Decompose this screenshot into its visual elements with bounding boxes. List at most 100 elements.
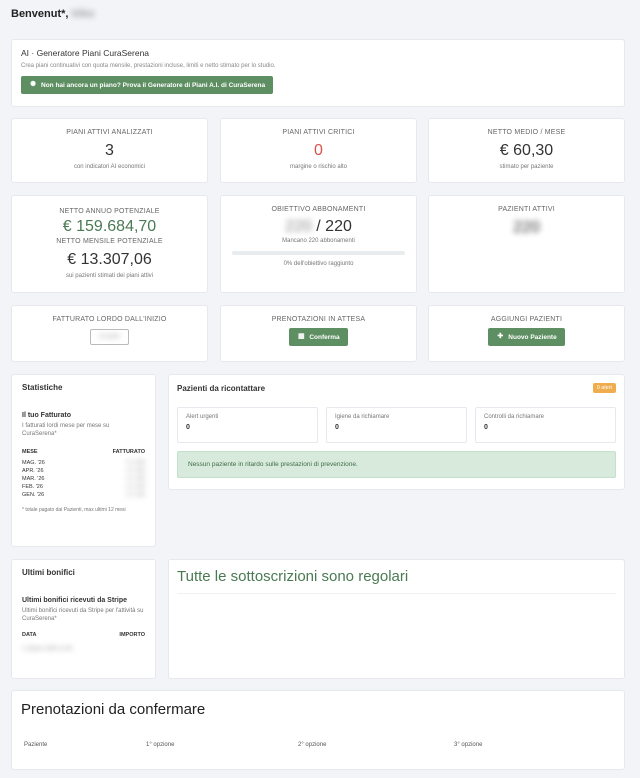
hygiene-label: Igiene da richiamare	[335, 414, 390, 420]
confirm-button[interactable]: ▦ Conferma	[289, 328, 348, 346]
goal-value: 220 / 220	[221, 218, 416, 236]
transfers-desc: Ultimi bonifici ricevuti da Stripe per l…	[22, 608, 144, 623]
table-row: APR. '26 € 1.100	[22, 467, 145, 475]
transfers-subtitle: Ultimi bonifici ricevuti da Stripe	[22, 597, 128, 604]
no-delay-banner: Nessun paziente in ritardo sulle prestaz…	[177, 451, 616, 478]
table-row: GEN. '26 € 1.120	[22, 491, 145, 499]
stat-net-avg-card: NETTO MEDIO / MESE € 60,30 stimato per p…	[428, 118, 625, 183]
table-row: MAG. '26 € 1.200	[22, 459, 145, 467]
annual-value: € 159.684,70	[62, 218, 157, 235]
stat-critical-card: PIANI ATTIVI CRITICI 0 margine o rischio…	[220, 118, 417, 183]
col-amount: IMPORTO	[119, 631, 145, 638]
col-month: MESE	[22, 448, 38, 455]
alert-badge: 0 alert	[592, 383, 616, 393]
row-value: € 1.120	[126, 491, 145, 498]
hygiene-box: Igiene da richiamare 0	[326, 407, 467, 443]
row-month: GEN. '26	[22, 491, 45, 498]
goal-label: OBIETTIVO ABBONAMENTI	[271, 206, 366, 213]
stat-critical-sub: margine o rischio alto	[289, 164, 348, 170]
add-user-icon: ✚	[497, 333, 504, 340]
row-month: APR. '26	[22, 467, 44, 474]
potential-sub: sui pazienti stimati dei piani attivi	[65, 273, 154, 279]
potential-card: NETTO ANNUO POTENZIALE € 159.684,70 NETT…	[11, 195, 208, 293]
goal-progress-text: 0% dell'obiettivo raggiunto	[283, 261, 354, 267]
col-patient: Paziente	[24, 742, 48, 748]
new-patient-button-label: Nuovo Paziente	[508, 333, 557, 341]
monthly-label: NETTO MENSILE POTENZIALE	[56, 238, 163, 245]
calendar-icon: ▦	[298, 333, 305, 340]
stat-analyzed-sub: con indicatori AI economici	[73, 164, 146, 170]
sparkle-icon: ✺	[30, 81, 36, 88]
ai-title: AI · Generatore Piani CuraSerena	[21, 48, 150, 58]
goal-current: 220	[285, 218, 312, 235]
stat-net-avg-sub: stimato per paziente	[499, 164, 554, 170]
statistics-title: Statistiche	[22, 383, 63, 392]
goal-progress-bar	[232, 251, 405, 255]
greeting-text: Benvenut*,	[11, 8, 69, 20]
col-date: DATA	[22, 631, 37, 638]
greeting: Benvenut*, Mike	[11, 8, 95, 20]
stat-critical-value: 0	[314, 142, 323, 159]
bookings-card: PRENOTAZIONI IN ATTESA ▦ Conferma	[220, 305, 417, 362]
goal-missing: Mancano 220 abbonamenti	[282, 238, 355, 244]
stat-analyzed-value: 3	[105, 142, 114, 159]
stat-critical-label: PIANI ATTIVI CRITICI	[282, 129, 355, 136]
ai-generator-card: AI · Generatore Piani CuraSerena Crea pi…	[11, 39, 625, 107]
patients-active-value: 220	[513, 219, 540, 236]
checkups-box: Controlli da richiamare 0	[475, 407, 616, 443]
table-row: FEB. '26 € 1.130	[22, 483, 145, 491]
revenue-button[interactable]: € 6.800	[90, 329, 129, 345]
hygiene-value: 0	[335, 424, 339, 431]
add-patients-label: AGGIUNGI PAZIENTI	[490, 316, 563, 323]
transfers-header: DATA IMPORTO	[22, 632, 145, 638]
stat-analyzed-card: PIANI ATTIVI ANALIZZATI 3 con indicatori…	[11, 118, 208, 183]
patients-active-card: PAZIENTI ATTIVI 220	[428, 195, 625, 293]
subscriptions-divider	[177, 593, 616, 594]
col-revenue: FATTURATO	[112, 448, 145, 455]
row-month: MAG. '26	[22, 459, 45, 466]
row-value: € 1.130	[126, 483, 145, 490]
subscriptions-card: Tutte le sottoscrizioni sono regolari	[168, 559, 625, 679]
pending-title: Prenotazioni da confermare	[21, 701, 206, 718]
stat-net-avg-label: NETTO MEDIO / MESE	[487, 129, 566, 136]
table-row: MAR. '26 € 1.150	[22, 475, 145, 483]
ai-generator-button[interactable]: ✺ Non hai ancora un piano? Prova il Gene…	[21, 76, 274, 94]
col-option-2: 2° opzione	[298, 742, 327, 748]
monthly-value: € 13.307,06	[67, 251, 152, 268]
row-value: € 1.100	[126, 467, 145, 474]
revenue-label: FATTURATO LORDO DALL'INIZIO	[52, 316, 167, 323]
revenue-value: € 6.800	[99, 334, 120, 340]
goal-target: / 220	[316, 218, 352, 235]
statistics-rows: MAG. '26 € 1.200 APR. '26 € 1.100 MAR. '…	[22, 459, 145, 499]
transfers-card: Ultimi bonifici Ultimi bonifici ricevuti…	[11, 559, 156, 679]
pending-bookings-card: Prenotazioni da confermare Paziente 1° o…	[11, 690, 625, 770]
statistics-note: * totale pagato dai Pazienti, max ultimi…	[22, 506, 126, 513]
urgent-alerts-value: 0	[186, 424, 190, 431]
recontact-boxes: Alert urgenti 0 Igiene da richiamare 0 C…	[177, 407, 616, 443]
recontact-title: Pazienti da ricontattare	[177, 383, 266, 393]
row-month: FEB. '26	[22, 483, 43, 490]
col-option-1: 1° opzione	[146, 742, 175, 748]
stat-net-avg-value: € 60,30	[499, 142, 554, 159]
statistics-desc: I fatturati lordi mese per mese su CuraS…	[22, 423, 110, 438]
new-patient-button[interactable]: ✚ Nuovo Paziente	[488, 328, 565, 346]
row-value: € 1.200	[126, 459, 145, 466]
transfers-title: Ultimi bonifici	[22, 568, 75, 577]
subscriptions-title: Tutte le sottoscrizioni sono regolari	[177, 568, 409, 585]
annual-label: NETTO ANNUO POTENZIALE	[59, 208, 160, 215]
stat-analyzed-label: PIANI ATTIVI ANALIZZATI	[66, 129, 153, 136]
urgent-alerts-label: Alert urgenti	[186, 414, 219, 420]
goal-card: OBIETTIVO ABBONAMENTI 220 / 220 Mancano …	[220, 195, 417, 293]
ai-description: Crea piani continuativi con quota mensil…	[21, 63, 276, 69]
transfer-row: 1 ottobre 2025 11:05	[22, 645, 73, 652]
col-option-3: 3° opzione	[454, 742, 483, 748]
patients-active-label: PAZIENTI ATTIVI	[498, 206, 555, 213]
user-name: Mike	[71, 8, 95, 20]
checkups-label: Controlli da richiamare	[484, 414, 545, 420]
urgent-alerts-box: Alert urgenti 0	[177, 407, 318, 443]
bookings-label: PRENOTAZIONI IN ATTESA	[271, 316, 366, 323]
statistics-subtitle: Il tuo Fatturato	[22, 412, 71, 419]
ai-generator-button-label: Non hai ancora un piano? Prova il Genera…	[41, 81, 266, 89]
statistics-header: MESE FATTURATO	[22, 449, 145, 455]
revenue-card: FATTURATO LORDO DALL'INIZIO € 6.800	[11, 305, 208, 362]
